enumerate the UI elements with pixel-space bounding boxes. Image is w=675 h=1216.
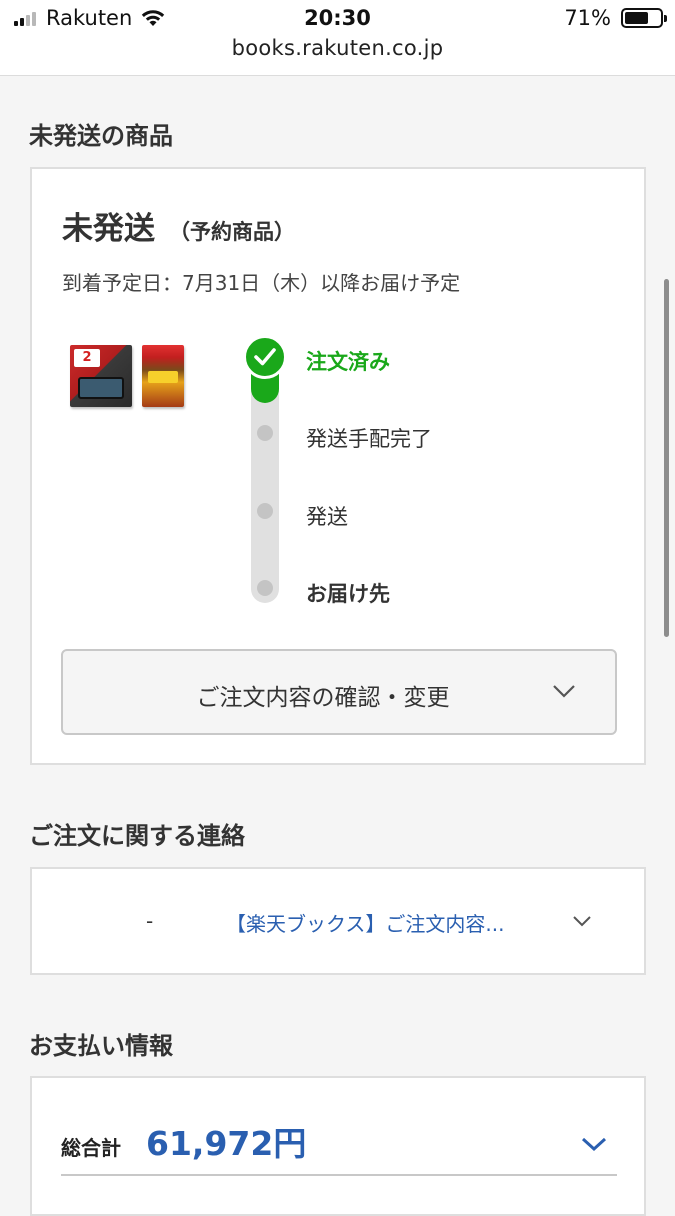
step-shipped: 発送 (306, 505, 348, 529)
arrival-date: 到着予定日：7月31日（木）以降お届け予定 (62, 271, 461, 295)
console-box-label: 2 (74, 349, 100, 367)
step-dot (257, 580, 273, 596)
battery-icon (621, 8, 667, 28)
shipment-status: 未発送 （予約商品） (62, 203, 295, 248)
contact-message-link[interactable]: 【楽天ブックス】ご注文内容... (226, 908, 526, 937)
total-value: 61,972円 (146, 1124, 307, 1163)
contact-section-title: ご注文に関する連絡 (29, 822, 245, 850)
shipment-status-label: 未発送 (62, 211, 155, 247)
step-destination[interactable]: お届け先 (306, 578, 390, 608)
scrollbar[interactable] (664, 279, 669, 637)
step-arranged: 発送手配完了 (306, 427, 432, 451)
divider (61, 1174, 617, 1176)
unshipped-card: 未発送 （予約商品） 到着予定日：7月31日（木）以降お届け予定 2 注文済み 発… (30, 167, 646, 765)
chevron-down-icon (553, 685, 575, 698)
console-box-art (78, 377, 124, 399)
product-thumbnail-console[interactable]: 2 (70, 345, 132, 407)
game-box-art (148, 371, 178, 383)
step-dot (257, 425, 273, 441)
chevron-down-icon[interactable] (580, 1136, 608, 1152)
step-dot (257, 503, 273, 519)
confirm-order-label: ご注文内容の確認・変更 (196, 685, 450, 711)
battery-percent: 71% (564, 6, 611, 30)
total-label: 総合計 (61, 1136, 121, 1160)
confirm-order-button[interactable]: ご注文内容の確認・変更 (61, 649, 617, 735)
contact-date: - (146, 909, 154, 933)
chevron-down-icon[interactable] (572, 915, 592, 927)
product-thumbnail-game[interactable] (142, 345, 184, 407)
url-bar[interactable]: books.rakuten.co.jp (0, 36, 675, 60)
check-icon (243, 335, 287, 379)
payment-section-title: お支払い情報 (29, 1032, 173, 1060)
contact-card[interactable]: - 【楽天ブックス】ご注文内容... (30, 867, 646, 975)
preorder-note: （予約商品） (169, 220, 295, 244)
payment-card: 総合計 61,972円 (30, 1076, 646, 1216)
unshipped-section-title: 未発送の商品 (29, 122, 173, 150)
step-ordered: 注文済み (306, 350, 390, 374)
status-bar: Rakuten 20:30 71% books.rakuten.co.jp (0, 0, 675, 76)
status-bar-right: 71% (564, 6, 667, 30)
